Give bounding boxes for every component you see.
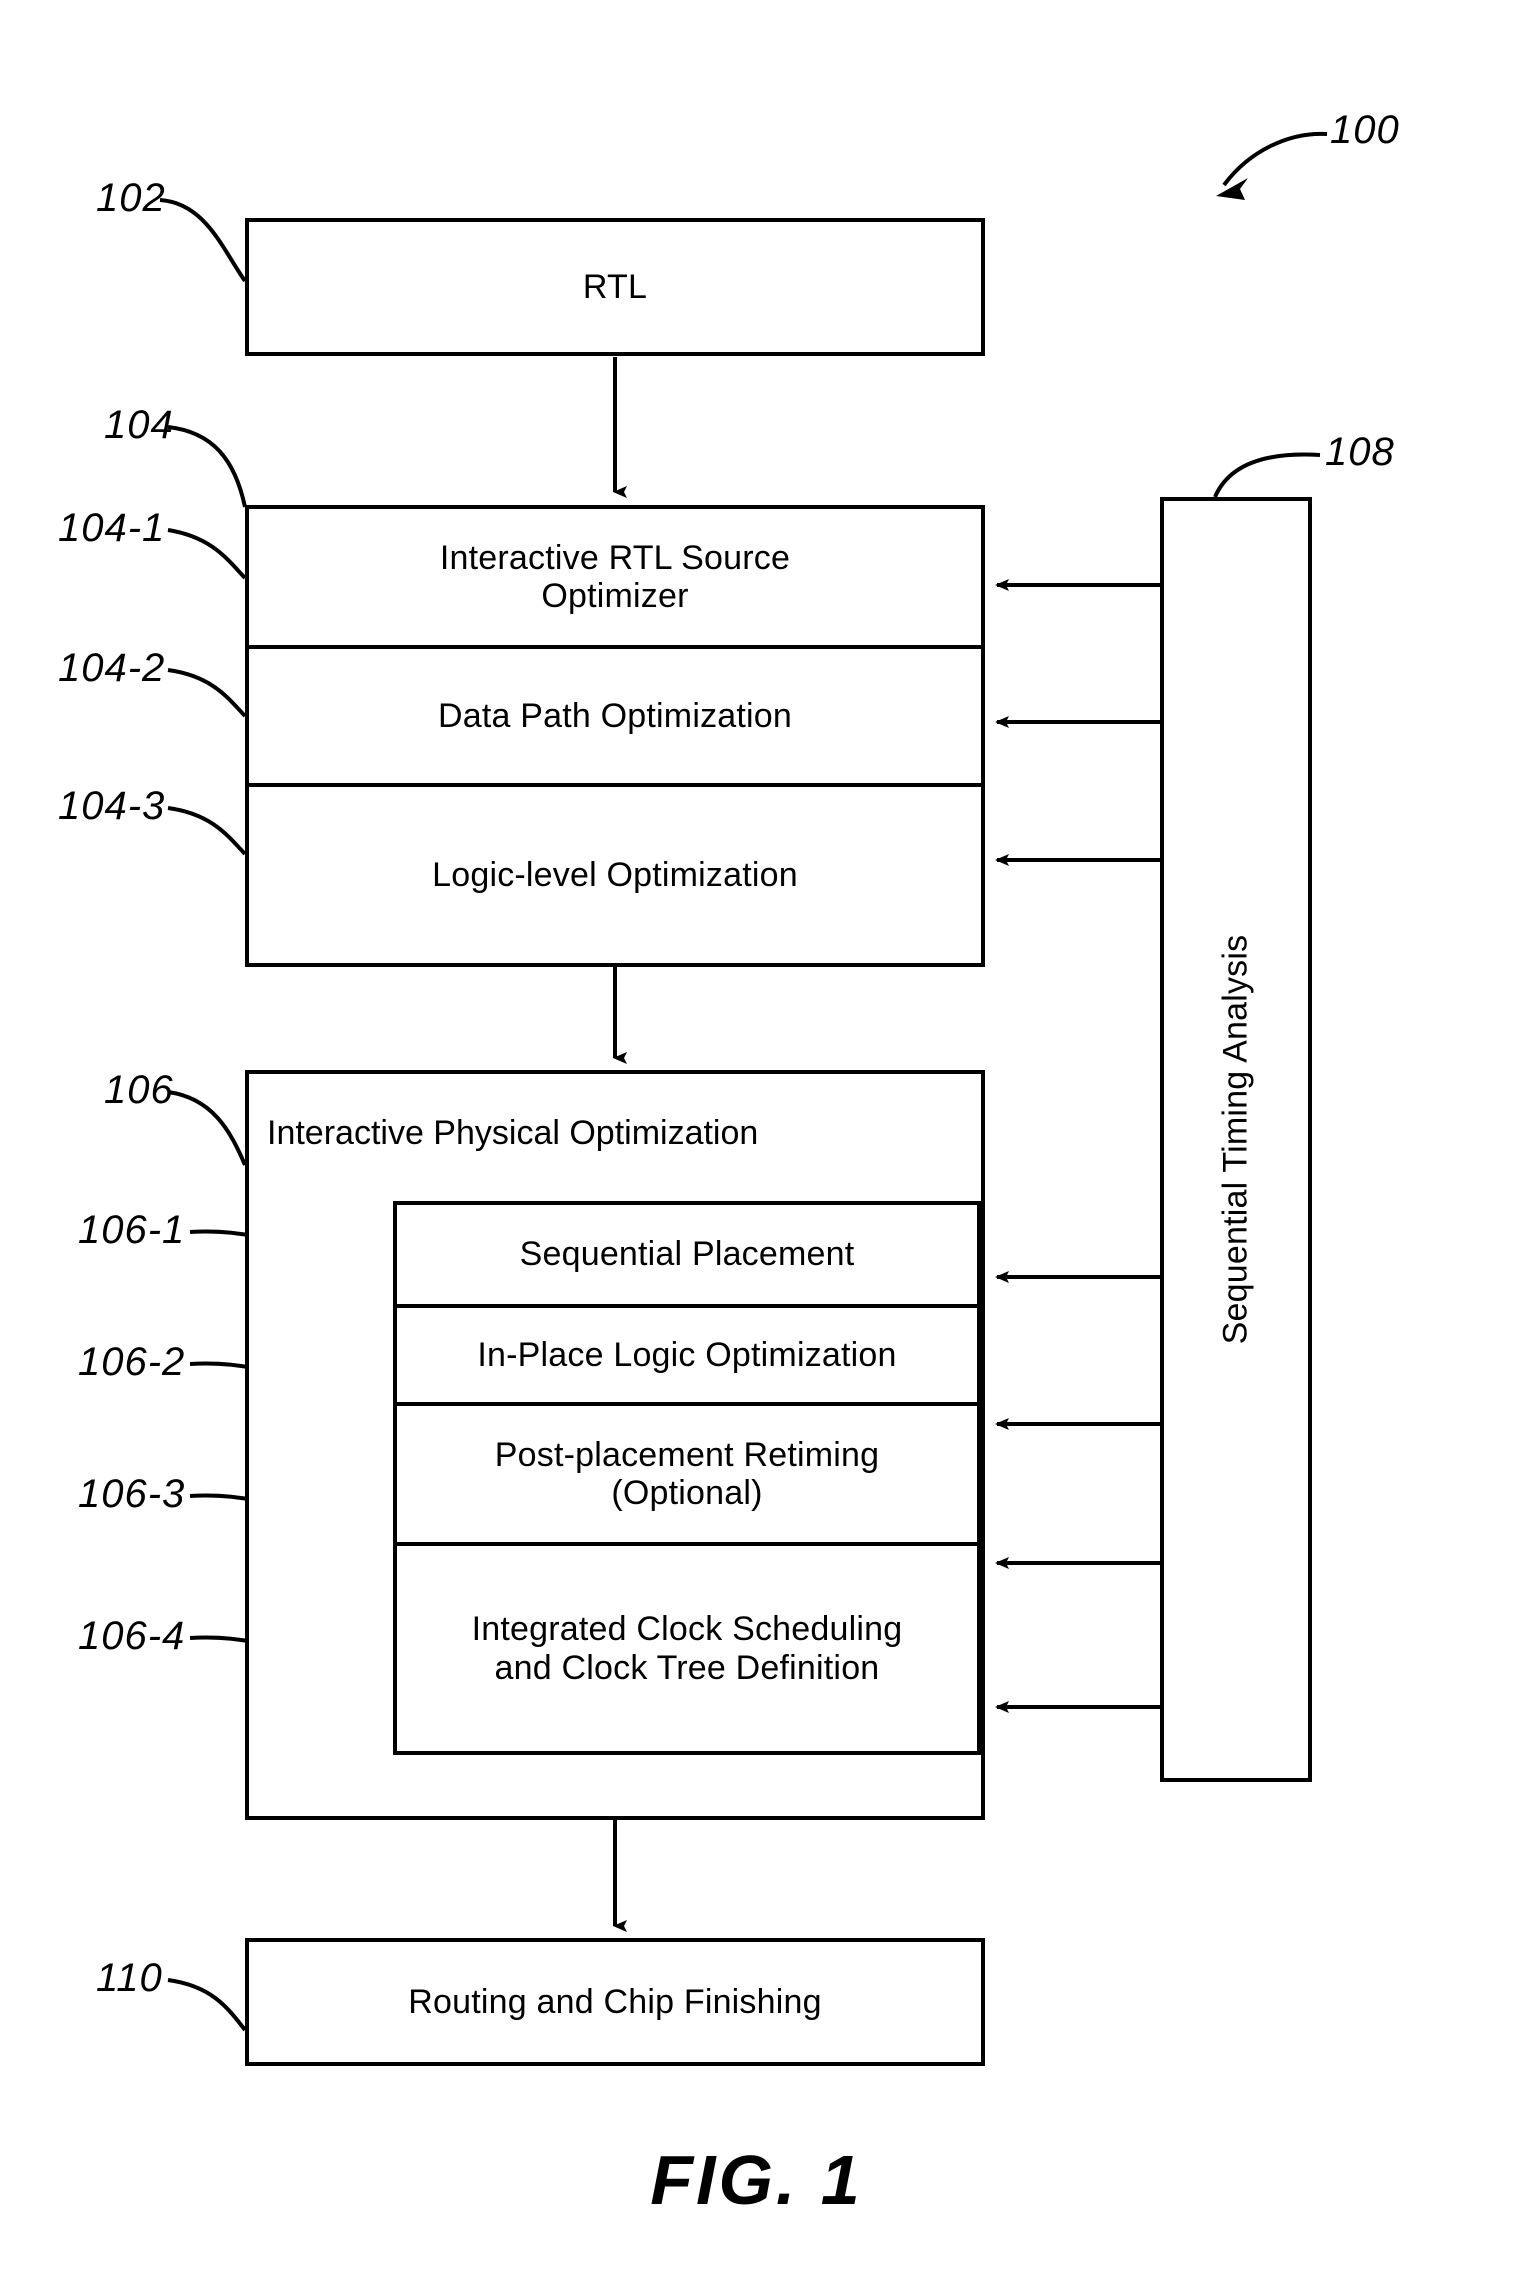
ref-numeral-104-1: 104-1 [58, 506, 166, 550]
node-sequential-placement-label: Sequential Placement [519, 1235, 855, 1274]
ref-numeral-110: 110 [96, 1956, 163, 2000]
node-post-placement-retiming[interactable]: Post-placement Retiming (Optional) [397, 1406, 977, 1542]
group-physical-optimization-title: Interactive Physical Optimization [267, 1113, 759, 1152]
node-in-place-logic-optimization[interactable]: In-Place Logic Optimization [397, 1308, 977, 1402]
node-logic-level-optimization[interactable]: Logic-level Optimization [249, 787, 981, 963]
leader-line-104 [167, 425, 247, 508]
ref-numeral-106-4: 106-4 [78, 1614, 186, 1658]
node-sequential-timing-analysis-label: Sequential Timing Analysis [1216, 934, 1255, 1345]
leader-arrowhead-100 [1216, 178, 1248, 200]
node-sequential-placement[interactable]: Sequential Placement [397, 1205, 977, 1304]
node-interactive-rtl-source-optimizer-label: Interactive RTL Source Optimizer [439, 538, 791, 615]
group-physical-optimization: Interactive Physical Optimization Sequen… [245, 1070, 985, 1820]
node-rtl-label: RTL [582, 267, 648, 306]
leader-line-110 [167, 1978, 247, 2032]
ref-numeral-106-3: 106-3 [78, 1472, 186, 1516]
group-rtl-optimization: Interactive RTL Source Optimizer Data Pa… [245, 505, 985, 967]
ref-numeral-106: 106 [104, 1068, 174, 1112]
node-integrated-clock-scheduling[interactable]: Integrated Clock Scheduling and Clock Tr… [397, 1546, 977, 1751]
ref-numeral-106-2: 106-2 [78, 1340, 186, 1384]
node-post-placement-retiming-label: Post-placement Retiming (Optional) [494, 1435, 880, 1512]
leader-line-106 [167, 1090, 247, 1166]
node-in-place-logic-optimization-label: In-Place Logic Optimization [477, 1335, 897, 1374]
ref-numeral-100: 100 [1330, 108, 1400, 152]
ref-numeral-108: 108 [1325, 430, 1395, 474]
leader-line-104-2 [167, 668, 247, 718]
ref-numeral-102: 102 [96, 176, 166, 220]
physical-optimization-substeps-frame: Sequential Placement In-Place Logic Opti… [393, 1201, 981, 1755]
figure-canvas: 100 102 104 104-1 104-2 104-3 106 106-1 … [0, 0, 1513, 2281]
leader-line-102 [159, 198, 247, 283]
ref-numeral-104-2: 104-2 [58, 646, 166, 690]
node-sequential-timing-analysis[interactable]: Sequential Timing Analysis [1160, 497, 1312, 1782]
node-integrated-clock-scheduling-label: Integrated Clock Scheduling and Clock Tr… [471, 1610, 903, 1687]
node-data-path-optimization-label: Data Path Optimization [437, 696, 792, 735]
figure-caption: FIG. 1 [650, 2141, 863, 2219]
node-interactive-rtl-source-optimizer[interactable]: Interactive RTL Source Optimizer [249, 509, 981, 645]
leader-line-100 [1222, 131, 1328, 187]
leader-line-104-1 [167, 528, 247, 580]
ref-numeral-104-3: 104-3 [58, 784, 166, 828]
leader-line-108 [1213, 452, 1321, 498]
node-routing-and-chip-finishing-label: Routing and Chip Finishing [408, 1982, 822, 2021]
group-physical-optimization-title-wrap: Interactive Physical Optimization [267, 1096, 967, 1170]
ref-numeral-104: 104 [104, 403, 174, 447]
node-rtl[interactable]: RTL [245, 218, 985, 356]
node-routing-and-chip-finishing[interactable]: Routing and Chip Finishing [245, 1938, 985, 2066]
leader-line-104-3 [167, 806, 247, 856]
node-data-path-optimization[interactable]: Data Path Optimization [249, 649, 981, 783]
ref-numeral-106-1: 106-1 [78, 1208, 186, 1252]
node-logic-level-optimization-label: Logic-level Optimization [432, 855, 798, 894]
